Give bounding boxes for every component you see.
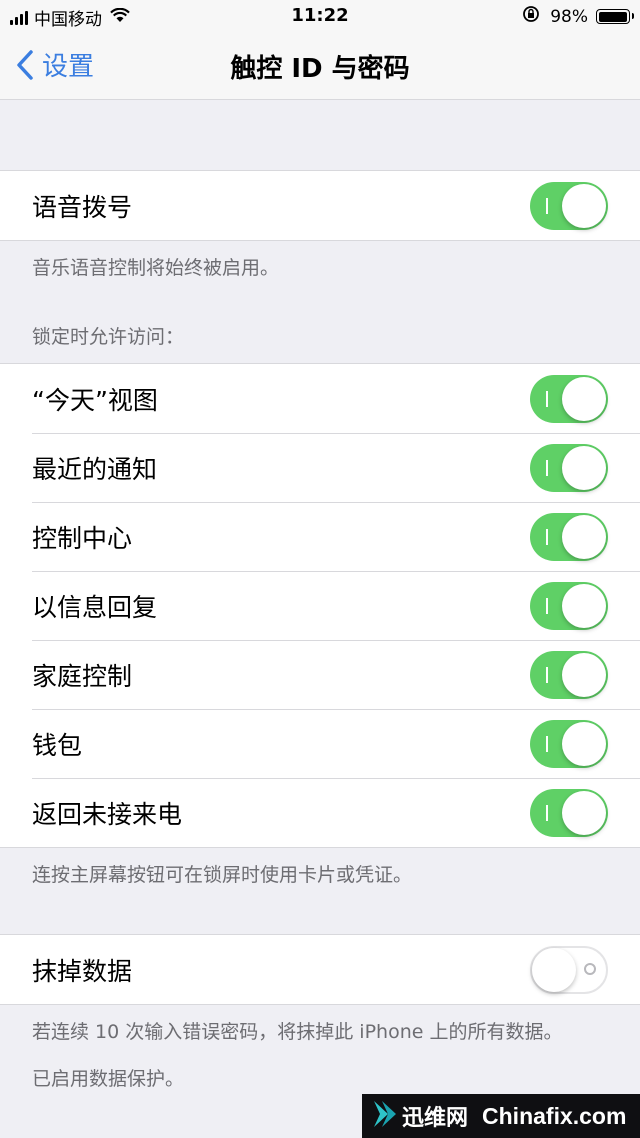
locked-access-label: “今天”视图 <box>32 385 158 415</box>
toggle-on-mark <box>546 460 548 476</box>
data-protection-note: 已启用数据保护。 <box>32 1068 185 1090</box>
locked-access-row: “今天”视图 <box>0 364 640 433</box>
toggle-knob <box>562 515 606 559</box>
battery-fill <box>598 11 627 22</box>
toggle-on-mark <box>546 667 548 683</box>
page-title: 触控 ID 与密码 <box>230 54 410 84</box>
toggle-on-mark <box>546 736 548 752</box>
battery-percent: 98% <box>550 6 588 27</box>
watermark-en-text: Chinafix.com <box>482 1102 627 1129</box>
locked-access-toggle[interactable] <box>530 789 608 837</box>
erase-data-toggle[interactable] <box>530 946 608 994</box>
toggle-knob <box>562 791 606 835</box>
erase-data-row: 抹掉数据 <box>0 935 640 1004</box>
locked-access-label: 最近的通知 <box>32 454 158 484</box>
locked-access-label: 控制中心 <box>32 523 133 553</box>
toggle-knob <box>562 446 606 490</box>
toggle-knob <box>562 584 606 628</box>
voice-dial-row: 语音拨号 <box>0 171 640 240</box>
orientation-lock-icon <box>522 5 540 28</box>
locked-access-row: 钱包 <box>0 709 640 778</box>
locked-access-row: 最近的通知 <box>0 433 640 502</box>
toggle-off-mark <box>584 963 596 975</box>
erase-data-footer: 若连续 10 次输入错误密码，将抹掉此 iPhone 上的所有数据。 <box>32 1021 563 1043</box>
voice-dial-label: 语音拨号 <box>32 192 133 222</box>
locked-access-header: 锁定时允许访问： <box>32 326 185 348</box>
status-right: 98% <box>522 5 634 28</box>
locked-access-toggle[interactable] <box>530 720 608 768</box>
locked-access-footer: 连按主屏幕按钮可在锁屏时使用卡片或凭证。 <box>32 864 413 886</box>
voice-dial-group: 语音拨号 <box>0 170 640 241</box>
toggle-knob <box>562 722 606 766</box>
settings-content: 语音拨号 音乐语音控制将始终被启用。 锁定时允许访问： “今天”视图 最近的通知控… <box>0 100 640 1091</box>
navigation-bar: 设置 触控 ID 与密码 <box>0 34 640 100</box>
locked-access-toggle[interactable] <box>530 513 608 561</box>
locked-access-group: “今天”视图 最近的通知控制中心以信息回复家庭控制钱包返回未接来电 <box>0 363 640 848</box>
voice-dial-footer: 音乐语音控制将始终被启用。 <box>32 257 280 279</box>
locked-access-toggle[interactable] <box>530 651 608 699</box>
toggle-on-mark <box>546 391 548 407</box>
battery-icon <box>596 9 634 24</box>
locked-access-label: 家庭控制 <box>32 661 133 691</box>
voice-dial-toggle[interactable] <box>530 182 608 230</box>
toggle-on-mark <box>546 598 548 614</box>
toggle-knob <box>562 184 606 228</box>
locked-access-row: 家庭控制 <box>0 640 640 709</box>
erase-data-group: 抹掉数据 <box>0 934 640 1005</box>
locked-access-row: 以信息回复 <box>0 571 640 640</box>
toggle-on-mark <box>546 529 548 545</box>
watermark-logo-icon <box>372 1099 398 1133</box>
toggle-knob <box>562 653 606 697</box>
watermark-cn-text: 迅维网 <box>402 1106 469 1131</box>
locked-access-toggle[interactable] <box>530 444 608 492</box>
toggle-knob <box>532 948 576 992</box>
locked-access-label: 以信息回复 <box>32 592 158 622</box>
locked-access-label: 钱包 <box>32 730 83 760</box>
locked-access-toggle[interactable] <box>530 582 608 630</box>
toggle-on-mark <box>546 805 548 821</box>
locked-access-label: 返回未接来电 <box>32 799 183 829</box>
toggle-knob <box>562 377 606 421</box>
locked-access-row: 控制中心 <box>0 502 640 571</box>
status-bar: 中国移动 11:22 98% <box>0 0 640 34</box>
locked-access-toggle[interactable] <box>530 375 608 423</box>
watermark: 迅维网 Chinafix.com <box>362 1094 640 1138</box>
erase-data-label: 抹掉数据 <box>32 956 133 986</box>
toggle-on-mark <box>546 198 548 214</box>
locked-access-row: 返回未接来电 <box>0 778 640 847</box>
